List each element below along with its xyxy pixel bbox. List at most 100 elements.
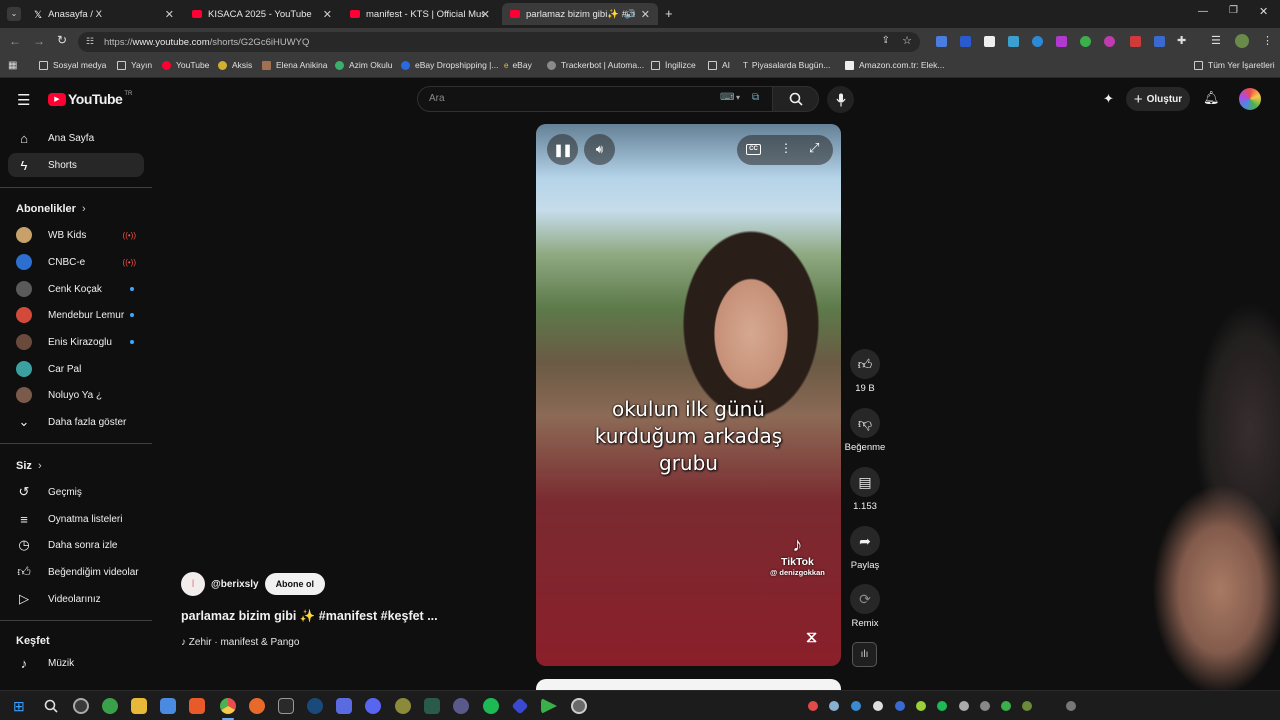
close-icon[interactable]: ✕ — [165, 8, 174, 21]
extension-icon[interactable] — [960, 36, 971, 47]
search-icon[interactable] — [44, 699, 58, 713]
bookmark-item[interactable]: T Piyasalarda Bugün... — [743, 60, 830, 70]
extension-icon[interactable] — [1154, 36, 1165, 47]
tray-icon[interactable] — [1022, 701, 1032, 711]
extension-icon[interactable] — [1130, 36, 1141, 47]
more-options-icon[interactable]: ⋮ — [780, 141, 792, 155]
tab-manifest[interactable]: manifest - KTS | Official Music V ✕ — [342, 3, 498, 25]
maximize-button[interactable]: ❐ — [1229, 5, 1238, 16]
create-button[interactable]: + Oluştur — [1126, 87, 1190, 111]
all-bookmarks[interactable]: Tüm Yer İşaretleri — [1194, 60, 1275, 70]
close-icon[interactable]: ✕ — [323, 8, 332, 21]
back-icon[interactable]: ← — [9, 34, 21, 48]
puzzle-icon[interactable]: ✚ — [1177, 34, 1186, 47]
extension-icon[interactable] — [1056, 36, 1067, 47]
reading-list-icon[interactable]: ☰ — [1211, 34, 1221, 47]
extension-icon[interactable] — [1008, 36, 1019, 47]
translate-icon[interactable]: ⧉ — [752, 92, 759, 103]
discord-icon[interactable] — [365, 698, 381, 714]
sidebar-item-liked[interactable]: 👍︎ Beğendiğim videolar — [8, 560, 144, 584]
taskbar-app-icon[interactable] — [453, 698, 469, 714]
extension-icon[interactable] — [1104, 36, 1115, 47]
bookmark-item[interactable]: Yayın — [117, 60, 152, 70]
subscription-wb-kids[interactable]: WB Kids ((•)) — [8, 223, 144, 247]
bookmark-item[interactable]: YouTube — [162, 60, 209, 70]
extension-icon[interactable] — [984, 36, 995, 47]
new-tab-button[interactable]: + — [665, 6, 673, 21]
tray-icon[interactable] — [829, 701, 839, 711]
search-button[interactable] — [773, 86, 819, 112]
subscription-cenk-kocak[interactable]: Cenk Koçak — [8, 277, 144, 301]
extension-icon[interactable] — [936, 36, 947, 47]
tray-icon[interactable] — [1066, 701, 1076, 711]
sidebar-item-history[interactable]: ↺ Geçmiş — [8, 480, 144, 504]
close-icon[interactable]: ✕ — [641, 8, 650, 21]
bookmark-item[interactable]: e eBay — [504, 60, 532, 70]
taskbar-app-icon[interactable] — [571, 698, 587, 714]
pause-button[interactable]: ❚❚ — [547, 134, 578, 165]
taskbar-app-icon[interactable] — [511, 697, 529, 715]
close-icon[interactable]: ✕ — [481, 8, 490, 21]
next-short-preview[interactable] — [536, 679, 841, 690]
channel-avatar[interactable]: ǀ — [181, 572, 205, 596]
tray-icon[interactable] — [851, 701, 861, 711]
volume-button[interactable]: 🔊︎ — [584, 134, 615, 165]
file-explorer-icon[interactable] — [131, 698, 147, 714]
bell-icon[interactable]: 🔔︎ — [1203, 90, 1220, 106]
sound-thumbnail[interactable]: ılı — [852, 642, 877, 667]
taskbar-app-icon[interactable] — [249, 698, 265, 714]
dislike-button[interactable]: 👎︎ Beğenme — [842, 408, 888, 453]
tab-search-icon[interactable]: ⌄ — [7, 7, 21, 21]
account-avatar[interactable] — [1239, 88, 1261, 110]
youtube-logo[interactable]: ▶ YouTube TR — [48, 91, 132, 107]
chrome-icon[interactable] — [220, 698, 236, 714]
minimize-button[interactable]: — — [1198, 6, 1208, 17]
subscription-car-pal[interactable]: Car Pal — [8, 357, 144, 381]
short-title[interactable]: parlamaz bizim gibi ✨ #manifest #keşfet … — [181, 609, 438, 624]
close-window-button[interactable]: ✕ — [1259, 5, 1268, 18]
sidebar-item-playlists[interactable]: ≡ Oynatma listeleri — [8, 507, 144, 531]
tray-icon[interactable] — [916, 701, 926, 711]
tab-x[interactable]: 𝕏 Anasayfa / X ✕ — [26, 3, 182, 25]
fullscreen-icon[interactable]: ⤢ — [809, 140, 819, 156]
tray-icon[interactable] — [808, 701, 818, 711]
bookmark-item[interactable]: Azim Okulu — [335, 60, 392, 70]
bookmark-item[interactable]: Trackerbot | Automa... — [547, 60, 644, 70]
add-gem-icon[interactable]: ✦ — [1103, 91, 1114, 107]
subscription-noluyo-ya[interactable]: Noluyo Ya ¿ — [8, 383, 144, 407]
like-button[interactable]: 👍︎ 19 B — [846, 349, 884, 394]
show-more-button[interactable]: ⌄ Daha fazla göster — [8, 410, 144, 434]
bookmark-item[interactable]: İngilizce — [651, 60, 696, 70]
subscriptions-heading[interactable]: Abonelikler › — [16, 203, 86, 215]
url-field[interactable]: ☷ https://www.youtube.com/shorts/G2Gc6iH… — [78, 32, 920, 52]
reload-icon[interactable]: ↻ — [57, 33, 67, 47]
hamburger-menu-icon[interactable]: ☰ — [17, 91, 30, 109]
bookmark-item[interactable]: Elena Anikina — [262, 60, 328, 70]
tab-parlamaz[interactable]: parlamaz bizim gibi✨ #m 🔊 ✕ — [502, 3, 658, 25]
taskbar-app-icon[interactable] — [395, 698, 411, 714]
bookmark-item[interactable]: AI — [708, 60, 730, 70]
tab-kisaca[interactable]: KISACA 2025 - YouTube ✕ — [184, 3, 340, 25]
sidebar-item-home[interactable]: ⌂ Ana Sayfa — [8, 126, 144, 150]
taskbar-app-icon[interactable] — [73, 698, 89, 714]
forward-icon[interactable]: → — [33, 34, 45, 48]
bookmark-item[interactable]: Aksis — [218, 60, 252, 70]
bookmark-item[interactable]: eBay Dropshipping |... — [401, 60, 498, 70]
short-video-player[interactable]: ❚❚ 🔊︎ CC ⋮ ⤢ okulun ilk günü kurduğum ar… — [536, 124, 841, 666]
brave-icon[interactable] — [189, 698, 205, 714]
share-button[interactable]: ➦ Paylaş — [846, 526, 884, 571]
channel-handle[interactable]: @berixsly — [211, 579, 259, 590]
extension-icon[interactable] — [1080, 36, 1091, 47]
menu-icon[interactable]: ⋮ — [1262, 34, 1273, 47]
taskbar-app-icon[interactable] — [336, 698, 352, 714]
bookmark-item[interactable]: Sosyal medya — [39, 60, 106, 70]
sidebar-item-shorts[interactable]: ϟ Shorts — [8, 153, 144, 177]
subscription-mendebur-lemur[interactable]: Mendebur Lemur — [8, 303, 144, 327]
search-input[interactable]: Ara ⌨ ▾ ⧉ — [417, 86, 773, 112]
taskbar-app-icon[interactable] — [424, 698, 440, 714]
tray-icon[interactable] — [959, 701, 969, 711]
tray-icon[interactable] — [895, 701, 905, 711]
comments-button[interactable]: ▤ 1.153 — [846, 467, 884, 512]
xbox-icon[interactable] — [102, 698, 118, 714]
store-icon[interactable] — [160, 698, 176, 714]
